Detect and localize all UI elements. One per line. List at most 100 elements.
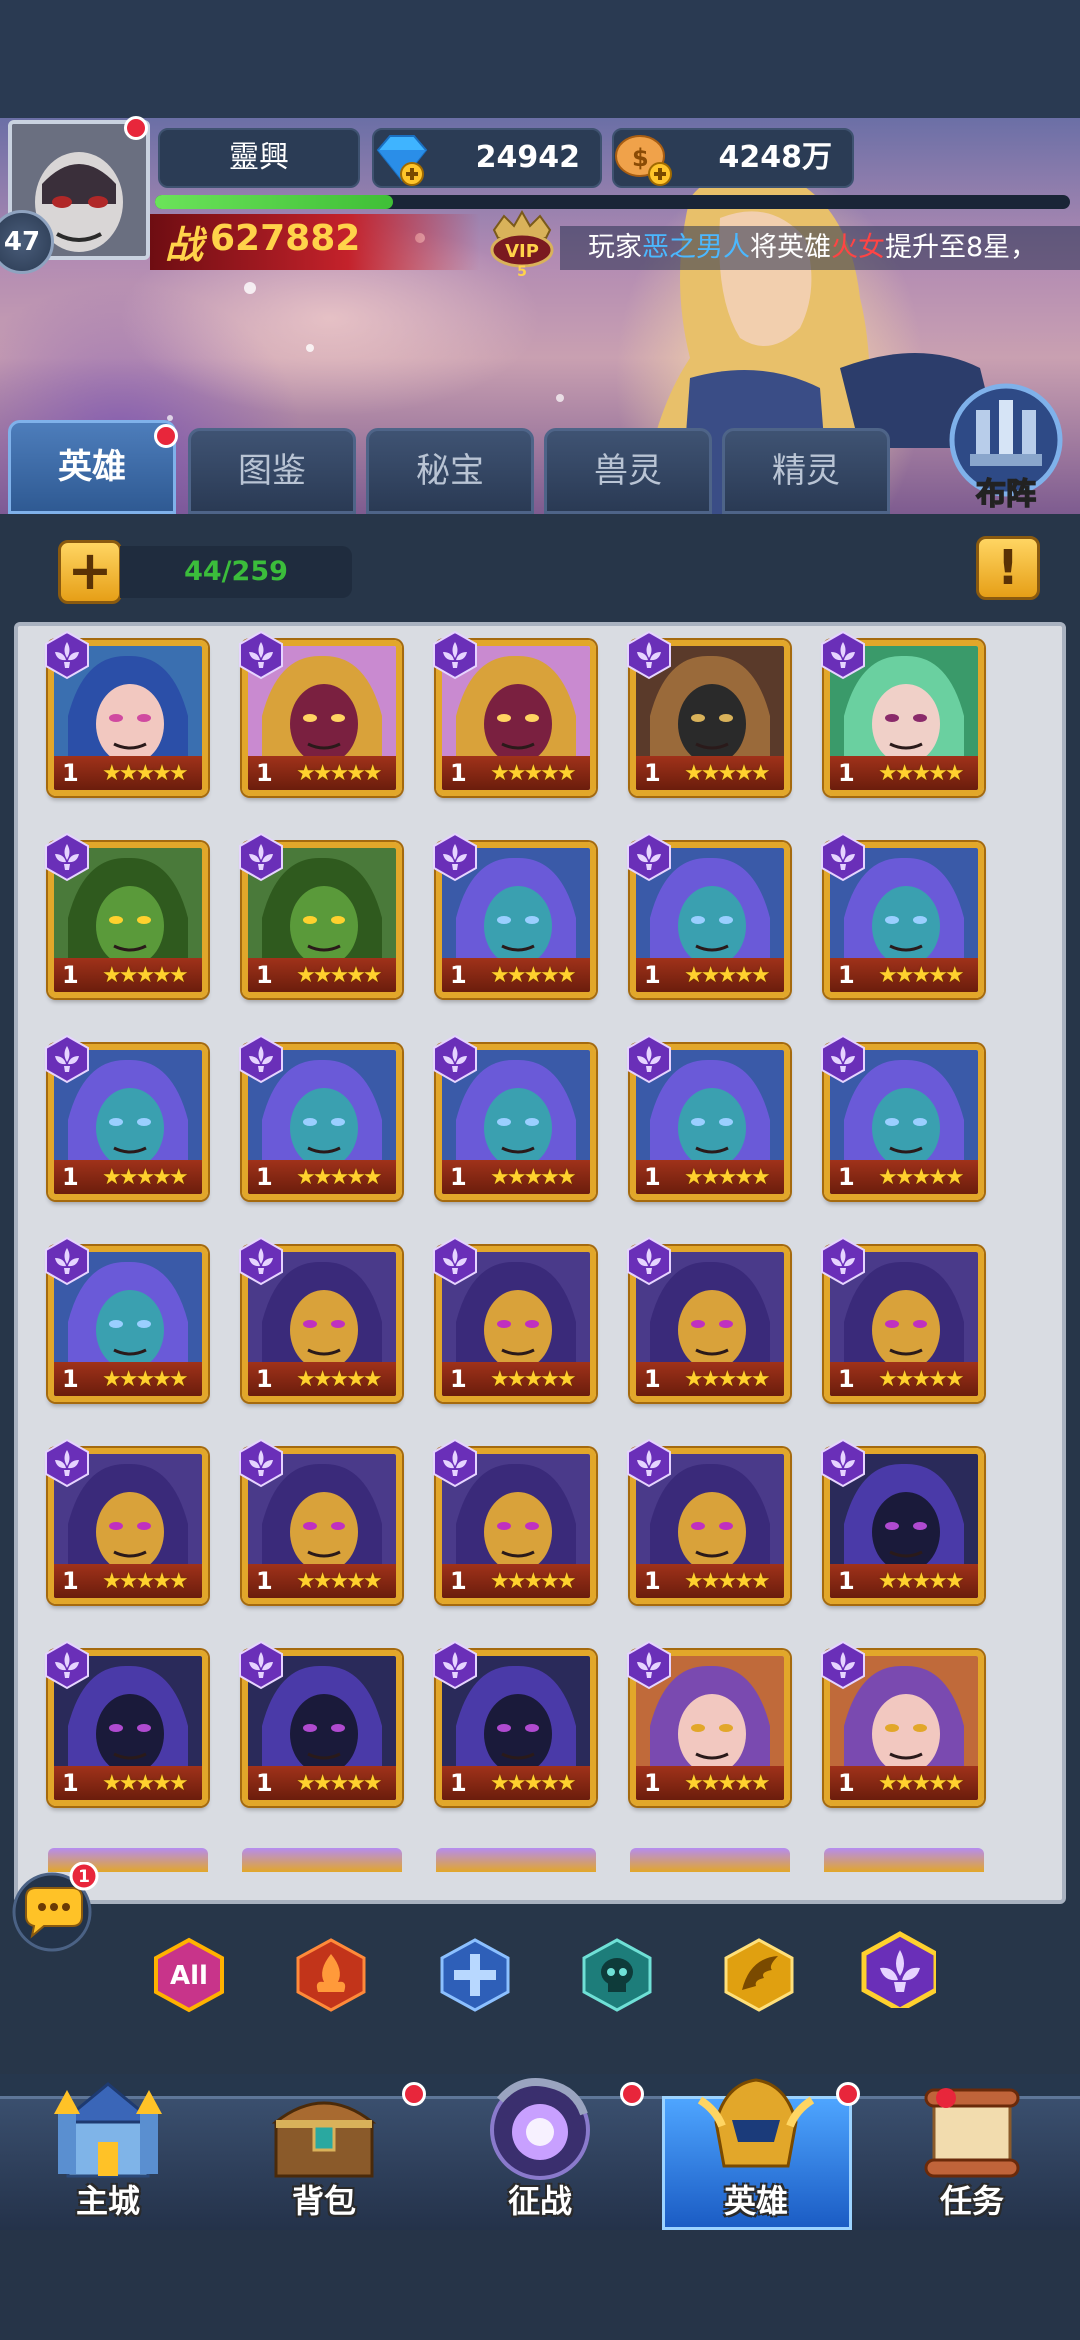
wing-faction-icon[interactable] (720, 1936, 798, 2014)
hero-card[interactable]: 1 ★★★★★ (821, 1236, 988, 1410)
fleur-faction-icon (45, 1236, 89, 1286)
vip-level: 5 (517, 264, 527, 278)
diamond-counter[interactable]: 24942 (372, 128, 602, 188)
nav-heroes[interactable]: 英雄 (648, 2060, 864, 2230)
cross-faction-icon[interactable] (436, 1936, 514, 2014)
avatar-notification-dot (124, 116, 148, 140)
portal-dragon-icon (490, 2078, 590, 2180)
hero-card-footer: 1 ★★★★★ (54, 1362, 202, 1396)
hero-card[interactable]: 1 ★★★★★ (627, 1640, 794, 1814)
hero-card[interactable]: 1 ★★★★★ (239, 832, 406, 1006)
all-filter-icon[interactable]: All (150, 1936, 228, 2014)
nav-main-city[interactable]: 主城 (0, 2060, 216, 2230)
skull-faction-icon[interactable] (578, 1936, 656, 2014)
hero-card[interactable]: 1 ★★★★★ (45, 630, 212, 804)
fleur-faction-icon (627, 1034, 671, 1084)
combat-power-value: 627882 (210, 218, 361, 259)
hero-stars: ★★★★★ (684, 1569, 771, 1594)
hero-card-footer: 1 ★★★★★ (636, 1766, 784, 1800)
gold-counter[interactable]: $ 4248万 (612, 128, 854, 188)
fleur-faction-icon (45, 630, 89, 680)
vip-badge[interactable]: VIP 5 (486, 206, 558, 278)
hero-card[interactable]: 1 ★★★★★ (627, 1236, 794, 1410)
hero-card[interactable]: 1 ★★★★★ (433, 630, 600, 804)
hero-card[interactable]: 1 ★★★★★ (627, 1034, 794, 1208)
hero-card[interactable]: 1 ★★★★★ (45, 832, 212, 1006)
tab-treasure[interactable]: 秘宝 (366, 428, 534, 514)
fleur-faction-icon (433, 1034, 477, 1084)
filter-all-label: All (170, 1961, 208, 1991)
fleur-faction-icon (239, 1236, 283, 1286)
hero-card[interactable]: 1 ★★★★★ (45, 1640, 212, 1814)
hero-stars: ★★★★★ (102, 1569, 189, 1594)
chat-bubble-icon: 1 (12, 1861, 99, 1952)
hero-card[interactable]: 1 ★★★★★ (821, 1640, 988, 1814)
hero-card-footer: 1 ★★★★★ (54, 756, 202, 790)
expand-slots-button[interactable]: + (58, 540, 122, 604)
info-button[interactable]: ! (976, 536, 1040, 600)
hero-card[interactable]: 1 ★★★★★ (239, 630, 406, 804)
formation-button[interactable]: 布阵 (940, 380, 1072, 513)
hero-stars: ★★★★★ (102, 1367, 189, 1392)
treasure-chest-icon (271, 2101, 377, 2178)
hero-card[interactable]: 1 ★★★★★ (45, 1034, 212, 1208)
hero-level: 1 (256, 1567, 273, 1595)
nav-heroes-label: 英雄 (723, 2182, 788, 2220)
hero-level: 1 (256, 1365, 273, 1393)
hero-card-footer: 1 ★★★★★ (830, 756, 978, 790)
tab-heroes[interactable]: 英雄 (8, 420, 176, 514)
hero-level: 1 (838, 759, 855, 787)
hero-card[interactable]: 1 ★★★★★ (821, 832, 988, 1006)
hero-card[interactable]: 1 ★★★★★ (239, 1640, 406, 1814)
hero-card[interactable]: 1 ★★★★★ (627, 630, 794, 804)
hero-card[interactable]: 1 ★★★★★ (239, 1438, 406, 1612)
status-area (0, 0, 1080, 118)
hero-stars: ★★★★★ (296, 963, 383, 988)
hero-card[interactable]: 1 ★★★★★ (433, 1034, 600, 1208)
hero-card[interactable]: 1 ★★★★★ (239, 1034, 406, 1208)
hero-level: 1 (450, 961, 467, 989)
hero-card-footer: 1 ★★★★★ (636, 1160, 784, 1194)
hero-card[interactable]: 1 ★★★★★ (45, 1438, 212, 1612)
hero-card-footer: 1 ★★★★★ (442, 1362, 590, 1396)
hero-card[interactable]: 1 ★★★★★ (821, 630, 988, 804)
hero-card[interactable]: 1 ★★★★★ (627, 1438, 794, 1612)
ticker-hero: 火女 (831, 232, 885, 263)
hero-count: 44/259 (120, 546, 352, 598)
scroll-icon (924, 2088, 1020, 2178)
fleur-faction-icon[interactable] (858, 1930, 936, 2008)
hero-card-footer: 1 ★★★★★ (830, 1160, 978, 1194)
nav-campaign[interactable]: 征战 (432, 2060, 648, 2230)
hero-card[interactable]: 1 ★★★★★ (433, 1236, 600, 1410)
hero-card-footer: 1 ★★★★★ (442, 1160, 590, 1194)
hero-card[interactable]: 1 ★★★★★ (433, 1438, 600, 1612)
hero-stars: ★★★★★ (296, 1569, 383, 1594)
hero-card[interactable]: 1 ★★★★★ (45, 1236, 212, 1410)
hero-card[interactable]: 1 ★★★★★ (627, 832, 794, 1006)
fire-faction-icon[interactable] (292, 1936, 370, 2014)
nav-quests[interactable]: 任务 (864, 2060, 1080, 2230)
svg-text:$: $ (632, 144, 649, 172)
tab-elf[interactable]: 精灵 (722, 428, 890, 514)
hero-card-partial (824, 1848, 984, 1872)
hero-card[interactable]: 1 ★★★★★ (821, 1438, 988, 1612)
fleur-faction-icon (239, 1034, 283, 1084)
chat-button[interactable]: 1 (10, 1861, 100, 1952)
hero-card[interactable]: 1 ★★★★★ (433, 1640, 600, 1814)
nav-backpack[interactable]: 背包 (216, 2060, 432, 2230)
hero-stars: ★★★★★ (684, 1771, 771, 1796)
tab-codex[interactable]: 图鉴 (188, 428, 356, 514)
hero-level: 1 (644, 1365, 661, 1393)
hero-level: 1 (644, 1567, 661, 1595)
hero-card[interactable]: 1 ★★★★★ (821, 1034, 988, 1208)
hero-card-footer: 1 ★★★★★ (54, 1564, 202, 1598)
hero-stars: ★★★★★ (102, 1165, 189, 1190)
hero-stars: ★★★★★ (296, 1367, 383, 1392)
hero-card[interactable]: 1 ★★★★★ (433, 832, 600, 1006)
tab-beast-spirit[interactable]: 兽灵 (544, 428, 712, 514)
hero-card[interactable]: 1 ★★★★★ (239, 1236, 406, 1410)
hero-card-footer: 1 ★★★★★ (636, 1564, 784, 1598)
hero-card-footer: 1 ★★★★★ (442, 756, 590, 790)
hero-card-footer: 1 ★★★★★ (442, 958, 590, 992)
hero-level: 1 (644, 961, 661, 989)
